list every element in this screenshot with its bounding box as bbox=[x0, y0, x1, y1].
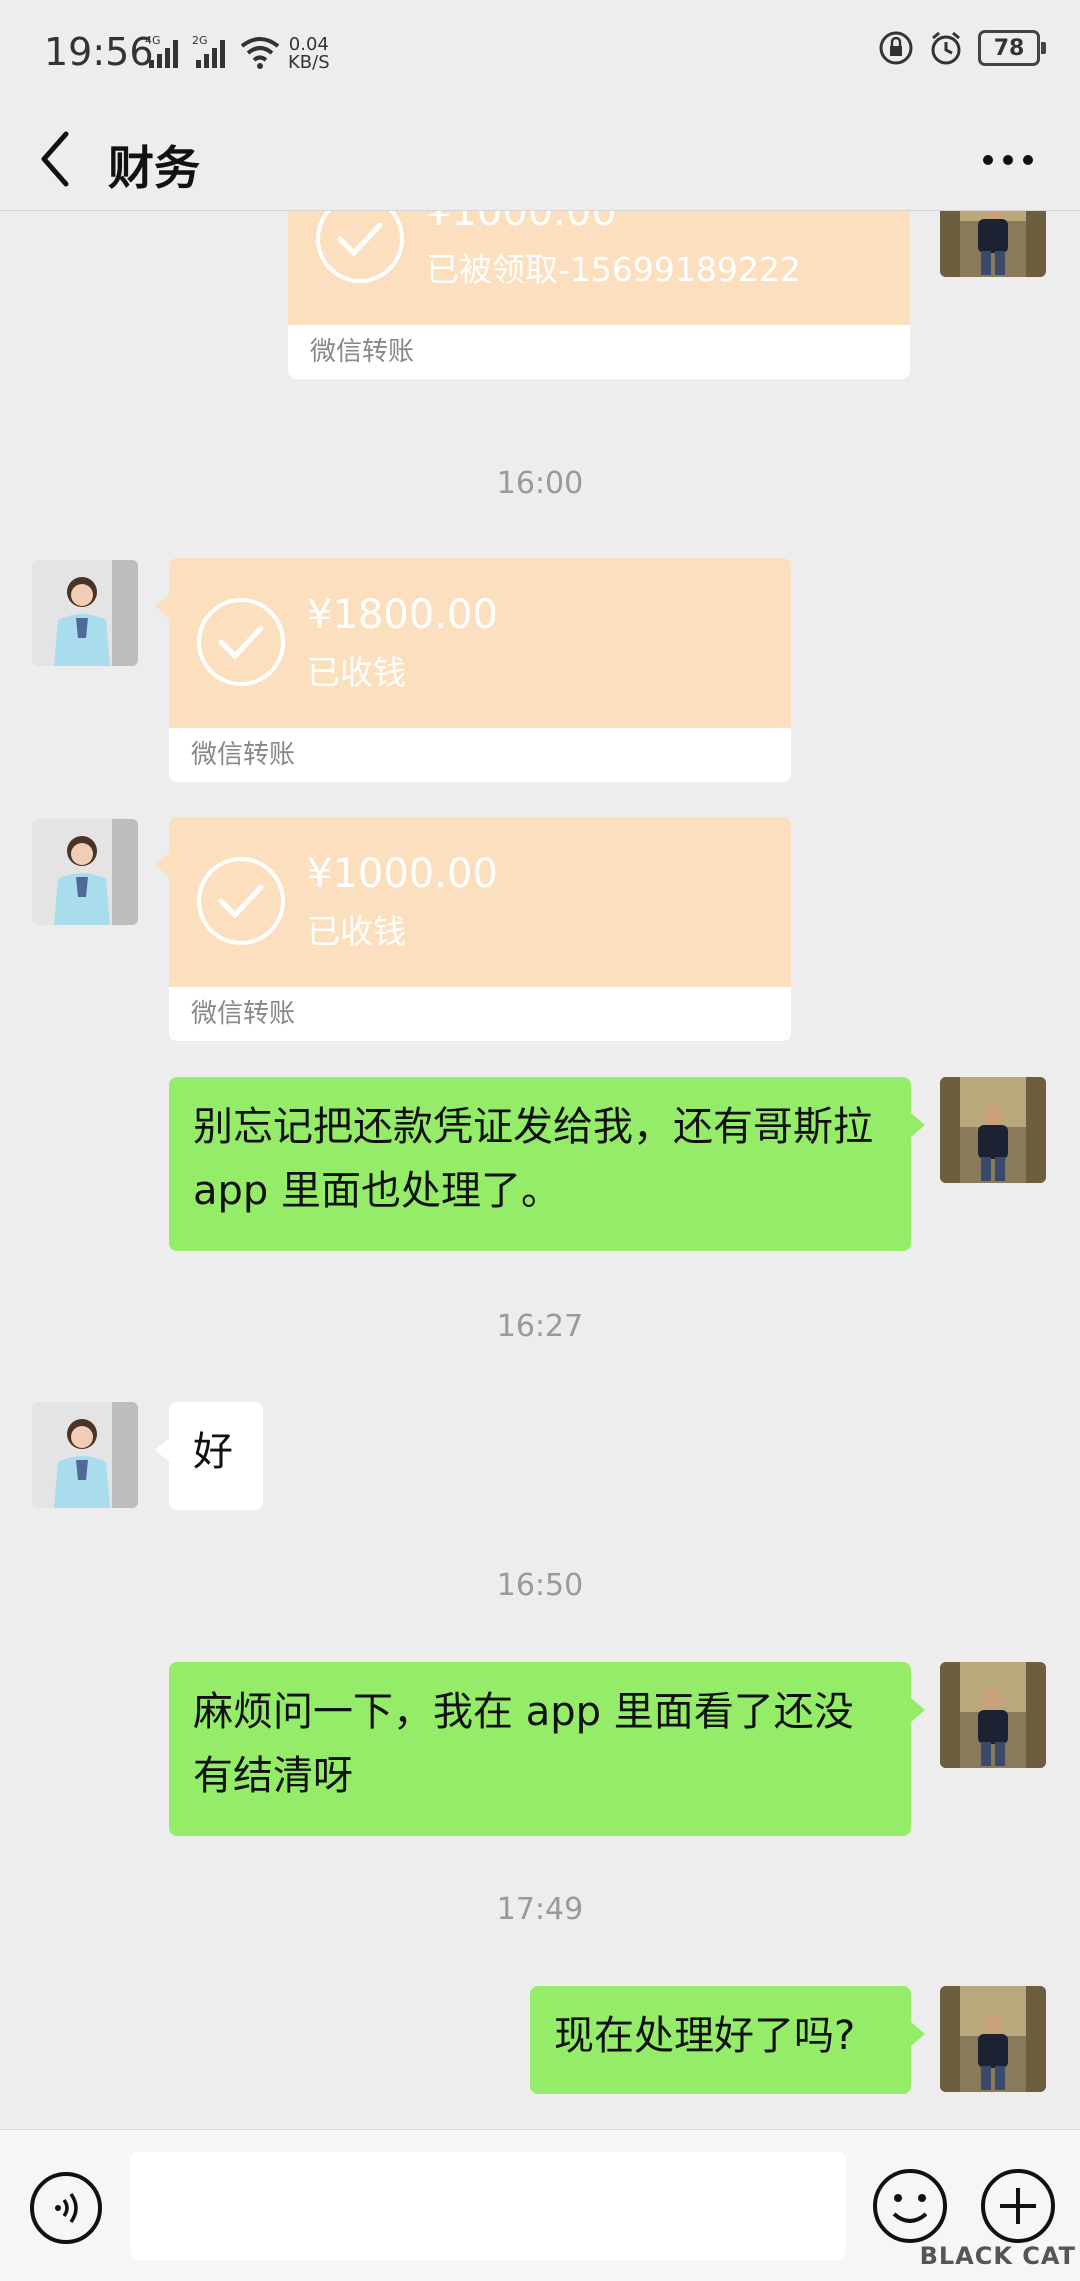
transfer-label: 微信转账 bbox=[191, 999, 296, 1029]
my-avatar[interactable] bbox=[940, 1077, 1046, 1183]
transfer-amount: ¥1000.00 bbox=[426, 211, 617, 235]
transfer-status: 已收钱 bbox=[307, 653, 406, 692]
transfer-card-3[interactable]: ¥1000.00 已收钱 微信转账 bbox=[155, 817, 791, 1041]
signal-icon: 4G bbox=[145, 34, 178, 68]
transfer-status: 已被领取-15699189222 bbox=[426, 250, 801, 289]
status-bar: 19:56 4G 2G 0.04 KB/S 78 bbox=[0, 0, 1080, 110]
network-label-1: 4G bbox=[145, 34, 161, 47]
battery-indicator: 78 bbox=[978, 30, 1046, 66]
my-avatar[interactable] bbox=[940, 1986, 1046, 2092]
received-message[interactable]: 好 bbox=[155, 1402, 263, 1510]
sent-message[interactable]: 别忘记把还款凭证发给我，还有哥斯拉 app 里面也处理了。 bbox=[169, 1077, 925, 1251]
status-time: 19:56 bbox=[44, 30, 154, 74]
network-label-2: 2G bbox=[192, 34, 208, 47]
transfer-status: 已收钱 bbox=[307, 912, 406, 951]
transfer-amount: ¥1800.00 bbox=[307, 592, 498, 638]
sent-message[interactable]: 现在处理好了吗? bbox=[530, 1986, 925, 2094]
speed-unit: KB/S bbox=[288, 52, 330, 73]
message-input[interactable] bbox=[130, 2152, 846, 2260]
signal-icon-2: 2G bbox=[192, 34, 225, 68]
timestamp: 17:49 bbox=[496, 1892, 584, 1927]
timestamp: 16:00 bbox=[496, 466, 584, 501]
contact-avatar[interactable] bbox=[32, 819, 138, 925]
wifi-icon bbox=[240, 37, 280, 69]
transfer-amount: ¥1000.00 bbox=[307, 851, 498, 897]
alarm-icon bbox=[931, 31, 961, 65]
check-circle-icon bbox=[316, 211, 404, 283]
watermark: BLACK CAT bbox=[919, 2242, 1076, 2270]
chat-title: 财务 bbox=[108, 141, 200, 195]
transfer-label: 微信转账 bbox=[310, 337, 415, 367]
my-avatar[interactable] bbox=[940, 1662, 1046, 1768]
check-circle-icon bbox=[197, 598, 285, 686]
network-speed: 0.04 KB/S bbox=[288, 36, 330, 72]
transfer-label: 微信转账 bbox=[191, 740, 296, 770]
timestamp: 16:50 bbox=[496, 1568, 584, 1603]
check-circle-icon bbox=[197, 857, 285, 945]
emoji-icon[interactable] bbox=[870, 2166, 950, 2246]
sent-message[interactable]: 麻烦问一下，我在 app 里面看了还没有结清呀 bbox=[169, 1662, 925, 1836]
contact-avatar[interactable] bbox=[32, 1402, 138, 1508]
transfer-card-1[interactable]: ¥1000.00 已被领取-15699189222 微信转账 bbox=[288, 211, 910, 379]
my-avatar[interactable] bbox=[940, 211, 1046, 277]
timestamp: 16:27 bbox=[496, 1309, 584, 1344]
chat-header: 财务 bbox=[0, 110, 1080, 211]
transfer-card-2[interactable]: ¥1800.00 已收钱 微信转账 bbox=[155, 558, 791, 782]
voice-input-icon[interactable] bbox=[28, 2170, 104, 2246]
back-arrow-icon[interactable] bbox=[36, 128, 72, 190]
add-more-icon[interactable] bbox=[978, 2166, 1058, 2246]
input-bar: BLACK CAT bbox=[0, 2129, 1080, 2281]
more-options-icon[interactable] bbox=[980, 140, 1036, 180]
message-list[interactable]: ¥1000.00 已被领取-15699189222 微信转账 16:00 ¥18… bbox=[0, 211, 1080, 2129]
contact-avatar[interactable] bbox=[32, 560, 138, 666]
rotation-lock-icon bbox=[879, 31, 913, 65]
